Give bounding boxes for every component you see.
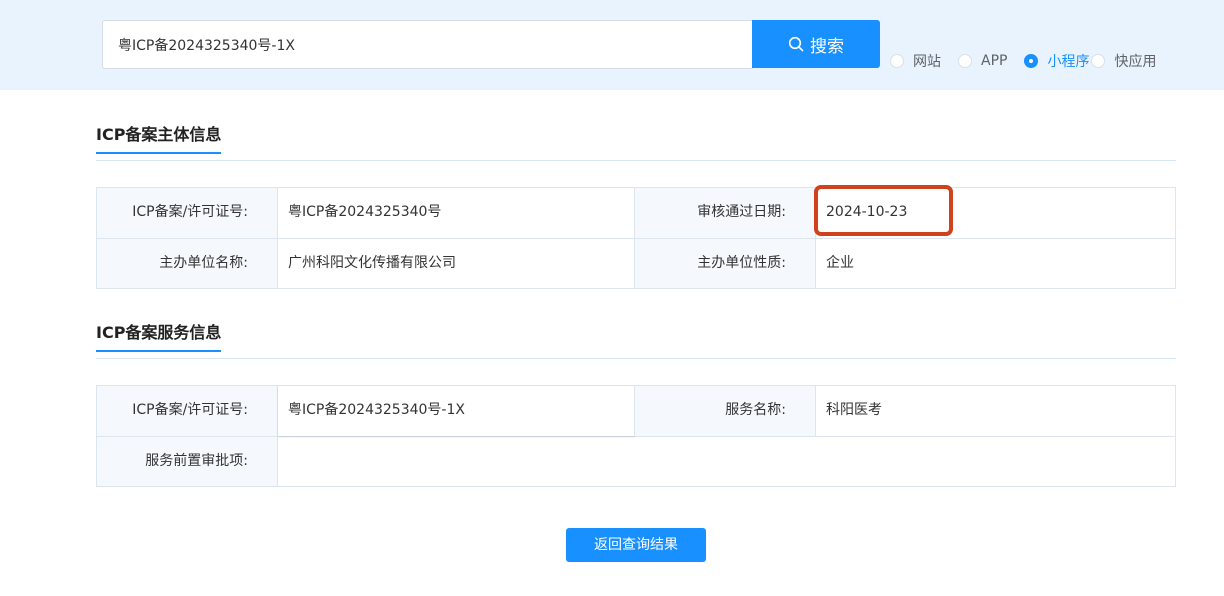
back-to-results-button[interactable]: 返回查询结果: [566, 528, 706, 562]
radio-website[interactable]: 网站: [890, 51, 941, 71]
radio-label: 小程序: [1047, 54, 1090, 70]
table-row: ICP备案/许可证号: 粤ICP备2024325340号-1X 服务名称: 科阳…: [97, 386, 1175, 436]
radio-label: 快应用: [1114, 54, 1157, 70]
section-divider: [96, 160, 1176, 161]
approval-date-label: 审核通过日期:: [635, 188, 816, 238]
approval-date-value: 2024-10-23: [826, 204, 908, 220]
license-label: ICP备案/许可证号:: [97, 188, 278, 238]
table-row: ICP备案/许可证号: 粤ICP备2024325340号 审核通过日期: 202…: [97, 188, 1175, 238]
radio-mini-program[interactable]: 小程序: [1024, 51, 1089, 71]
service-info-title: ICP备案服务信息: [96, 323, 222, 352]
table-row: 服务前置审批项:: [97, 436, 1175, 486]
search-button[interactable]: 搜索: [752, 20, 880, 68]
search-input[interactable]: [102, 20, 753, 69]
radio-checked-icon: [1024, 54, 1039, 68]
subject-info-title: ICP备案主体信息: [96, 125, 222, 154]
service-info-table: ICP备案/许可证号: 粤ICP备2024325340号-1X 服务名称: 科阳…: [96, 385, 1176, 487]
radio-circle-icon: [1091, 54, 1106, 68]
pre-approval-value: [278, 437, 1175, 486]
table-row: 主办单位名称: 广州科阳文化传播有限公司 主办单位性质: 企业: [97, 238, 1175, 288]
service-name-value: 科阳医考: [826, 402, 882, 418]
org-type-label: 主办单位性质:: [635, 239, 816, 288]
search-bar-area: 搜索 网站 APP 小程序 快应用: [0, 0, 1224, 90]
org-name-value: 广州科阳文化传播有限公司: [278, 239, 635, 288]
radio-quick-app[interactable]: 快应用: [1091, 51, 1156, 71]
service-license-label: ICP备案/许可证号:: [97, 386, 278, 436]
radio-label: 网站: [913, 54, 941, 70]
search-button-label: 搜索: [810, 36, 844, 57]
org-type-value: 企业: [826, 255, 854, 271]
license-value: 粤ICP备2024325340号: [278, 188, 635, 238]
radio-circle-icon: [890, 54, 904, 68]
service-name-label: 服务名称:: [635, 386, 816, 436]
subject-info-table: ICP备案/许可证号: 粤ICP备2024325340号 审核通过日期: 202…: [96, 187, 1176, 289]
radio-label: APP: [981, 53, 1008, 69]
section-divider: [96, 358, 1176, 359]
org-name-label: 主办单位名称:: [97, 239, 278, 288]
search-icon: [788, 36, 804, 52]
radio-app[interactable]: APP: [958, 53, 1007, 69]
service-license-value: 粤ICP备2024325340号-1X: [278, 386, 635, 436]
radio-circle-icon: [958, 54, 972, 68]
type-filter-group: 网站 APP 小程序 快应用: [890, 50, 1156, 72]
pre-approval-label: 服务前置审批项:: [97, 437, 278, 486]
